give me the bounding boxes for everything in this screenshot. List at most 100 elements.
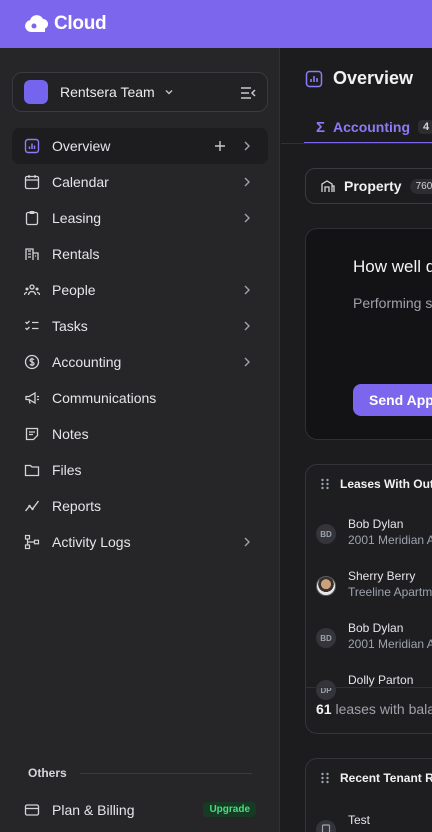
team-avatar [24,80,48,104]
row-name: Test [348,813,371,827]
property-count: 760 [409,178,432,194]
clipboard-icon [25,211,39,226]
leases-count: 61 [316,701,332,717]
note-icon [25,427,39,441]
list-item[interactable]: BD Bob Dylan 2001 Meridian A [316,515,432,555]
main-content: Overview Σ Accounting 4 Property 760 How… [281,48,432,832]
sidebar-item-label: Leasing [52,210,102,226]
sidebar-item-label: Calendar [52,174,109,190]
folder-icon [24,464,40,477]
chart-bar-icon [24,138,40,154]
sidebar-item-label: Overview [52,138,111,154]
chevron-right-icon[interactable] [240,211,254,225]
property-filter[interactable]: Property 760 [305,168,432,204]
avatar [316,576,336,596]
checklist-icon [25,320,39,331]
sidebar-item-label: Reports [52,498,102,514]
sidebar-item-plan-billing[interactable]: Plan & Billing Upgrade [12,792,268,828]
credit-card-icon [24,804,40,816]
chart-line-icon [24,500,40,512]
page-header: Overview [305,68,413,89]
sidebar-item-label: Tasks [52,318,88,334]
tab-count: 4 [418,120,432,134]
tab-label: Accounting [333,119,411,135]
team-name: Rentsera Team [60,84,155,100]
plus-icon[interactable] [212,138,228,154]
drag-handle-icon[interactable] [320,478,330,490]
dollar-circle-icon [24,354,40,370]
row-address: 2001 Meridian A [348,533,432,547]
sidebar-item-files[interactable]: Files [12,452,268,488]
sidebar-item-label: Accounting [52,354,122,370]
chevron-right-icon[interactable] [240,319,254,333]
sidebar-item-rentals[interactable]: Rentals [12,236,268,272]
sidebar-nav: Overview Calendar Leasing Rentals People Task… [12,128,268,560]
property-label: Property [344,178,402,194]
row-address: 2001 Meridian A [348,637,432,651]
sigma-icon: Σ [316,118,326,136]
avatar: DP [316,680,336,700]
hierarchy-icon [24,534,40,550]
sidebar-item-calendar[interactable]: Calendar [12,164,268,200]
chevron-right-icon[interactable] [240,355,254,369]
people-icon [24,284,40,296]
list-item[interactable]: Sherry Berry Treeline Apartm [316,567,432,607]
sidebar-item-overview[interactable]: Overview [12,128,268,164]
leases-footer[interactable]: 61 leases with bala [316,701,432,717]
page-title: Overview [333,68,414,88]
drag-handle-icon[interactable] [320,772,330,784]
cloud-icon [25,15,49,33]
row-name: Sherry Berry [348,569,416,583]
sidebar-item-accounting[interactable]: Accounting [12,344,268,380]
chevron-right-icon[interactable] [240,283,254,297]
row-name: Bob Dylan [348,517,404,531]
screening-promo-card: How well d Performing s evictions and ba… [305,228,432,440]
team-switcher[interactable]: Rentsera Team [12,72,268,112]
chevron-down-icon [165,89,173,95]
others-heading: Others [28,766,67,780]
sidebar-item-reports[interactable]: Reports [12,488,268,524]
list-item[interactable]: Test [316,811,432,832]
sidebar-item-label: Files [52,462,82,478]
list-item[interactable]: BD Bob Dylan 2001 Meridian A [316,619,432,659]
row-name: Bob Dylan [348,621,404,635]
tab-accounting[interactable]: Σ Accounting 4 [304,112,432,144]
sidebar-item-label: Rentals [52,246,100,262]
chevron-right-icon[interactable] [240,175,254,189]
building-icon [25,248,39,260]
sidebar-item-activity-logs[interactable]: Activity Logs [12,524,268,560]
plan-billing-label: Plan & Billing [52,802,135,818]
logo[interactable]: Cloud [24,13,107,35]
building-icon [321,180,335,192]
upgrade-badge[interactable]: Upgrade [203,802,256,817]
chart-bar-icon [305,70,323,87]
sidebar-item-label: Communications [52,390,157,406]
sidebar-item-label: People [52,282,96,298]
sidebar-item-notes[interactable]: Notes [12,416,268,452]
divider [80,773,252,774]
brand-name: Cloud [54,13,107,34]
sidebar-item-tasks[interactable]: Tasks [12,308,268,344]
sidebar: Rentsera Team Overview Calendar Leasing Ren… [0,48,280,832]
row-address: Treeline Apartm [348,585,432,599]
avatar: BD [316,524,336,544]
chevron-right-icon[interactable] [240,139,254,153]
sidebar-item-communications[interactable]: Communications [12,380,268,416]
sidebar-item-leasing[interactable]: Leasing [12,200,268,236]
promo-text: Performing s evictions and background [353,295,432,311]
document-icon [316,820,336,832]
sidebar-item-people[interactable]: People [12,272,268,308]
collapse-sidebar-icon[interactable] [239,84,257,102]
tabs-divider [281,143,432,144]
leases-card: Leases With Out BD Bob Dylan 2001 Meridian… [305,464,432,734]
leases-footer-text: leases with bala [331,701,432,717]
avatar: BD [316,628,336,648]
card-title: Recent Tenant R [340,771,432,785]
chevron-right-icon[interactable] [240,535,254,549]
megaphone-icon [25,391,39,405]
calendar-icon [24,175,40,190]
send-application-button[interactable]: Send Appl [353,384,432,416]
top-bar: Cloud [0,0,432,48]
sidebar-item-label: Notes [52,426,89,442]
card-title: Leases With Out [340,477,432,491]
